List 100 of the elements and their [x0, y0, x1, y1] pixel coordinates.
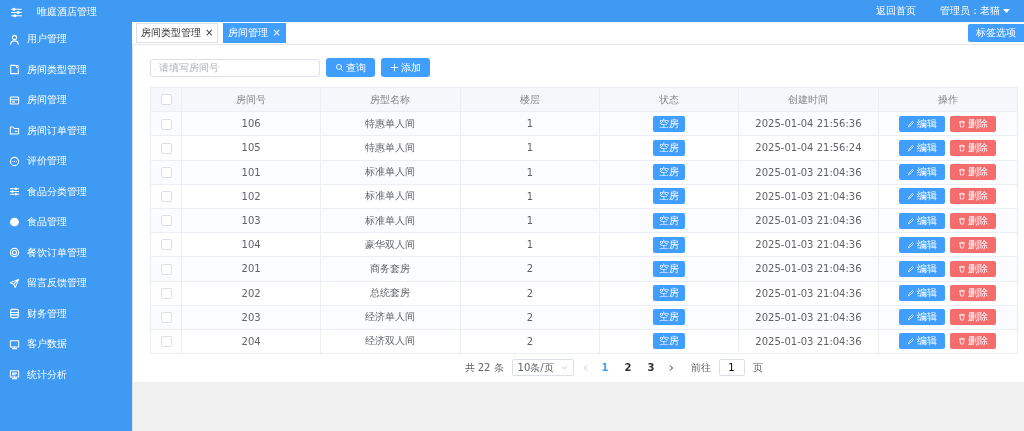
- goto-label: 前往: [690, 360, 711, 375]
- edit-button[interactable]: 编辑: [899, 164, 946, 181]
- sidebar-item[interactable]: 评价管理: [0, 146, 132, 177]
- menu-icon: [10, 5, 23, 19]
- edit-button[interactable]: 编辑: [899, 139, 946, 156]
- plus-icon: [390, 63, 399, 72]
- table-cell: 201: [181, 256, 321, 281]
- send-icon: [9, 277, 20, 289]
- table-cell: 2: [460, 281, 600, 306]
- sidebar-item[interactable]: 食品管理: [0, 207, 132, 238]
- edit-button[interactable]: 编辑: [899, 188, 946, 205]
- sidebar-item[interactable]: 餐饮订单管理: [0, 237, 132, 268]
- edit-button[interactable]: 编辑: [899, 285, 946, 302]
- delete-button[interactable]: 删除: [950, 285, 997, 302]
- sidebar-item[interactable]: 房间订单管理: [0, 115, 132, 146]
- status-button[interactable]: 空房: [653, 285, 686, 302]
- table-cell: 2025-01-03 21:04:36: [738, 329, 879, 354]
- tab[interactable]: 房间类型管理 ×: [136, 23, 219, 43]
- sidebar-item[interactable]: 客户数据: [0, 329, 132, 360]
- edit-button[interactable]: 编辑: [899, 309, 946, 326]
- page-number[interactable]: 1: [597, 362, 613, 374]
- search-button[interactable]: 查询: [326, 58, 375, 77]
- status-button[interactable]: 空房: [653, 212, 686, 229]
- page-size-select[interactable]: 10条/页: [511, 359, 574, 377]
- table-cell: 2: [460, 305, 600, 330]
- status-button[interactable]: 空房: [653, 333, 686, 350]
- status-button[interactable]: 空房: [653, 164, 686, 181]
- status-button[interactable]: 空房: [653, 309, 686, 326]
- status-button[interactable]: 空房: [653, 115, 686, 132]
- home-link[interactable]: 返回首页: [876, 4, 916, 18]
- add-button[interactable]: 添加: [381, 58, 430, 77]
- delete-button[interactable]: 删除: [950, 260, 997, 277]
- sidebar-item[interactable]: 房间管理: [0, 85, 132, 116]
- close-icon[interactable]: ×: [205, 28, 214, 38]
- checkbox[interactable]: [160, 118, 172, 130]
- checkbox[interactable]: [160, 263, 172, 275]
- trash-icon: [958, 313, 967, 322]
- status-button[interactable]: 空房: [653, 188, 686, 205]
- database-icon: [9, 308, 20, 320]
- square-icon: [9, 64, 20, 76]
- sidebar-item[interactable]: 房间类型管理: [0, 54, 132, 85]
- close-icon[interactable]: ×: [272, 28, 281, 38]
- sidebar-item[interactable]: 用户管理: [0, 24, 132, 55]
- edit-button[interactable]: 编辑: [899, 260, 946, 277]
- status-button[interactable]: 空房: [653, 236, 686, 253]
- search-field[interactable]: 请填写房间号: [150, 58, 320, 77]
- table-cell: 特惠单人间: [320, 111, 461, 136]
- app-title: 唯庭酒店管理: [37, 5, 97, 19]
- delete-button[interactable]: 删除: [950, 212, 997, 229]
- page-number[interactable]: 3: [643, 362, 659, 374]
- status-button[interactable]: 空房: [653, 139, 686, 156]
- trash-icon: [958, 289, 967, 298]
- delete-button[interactable]: 删除: [950, 139, 997, 156]
- pencil-icon: [907, 264, 916, 273]
- trash-icon: [958, 216, 967, 225]
- checkbox[interactable]: [160, 191, 172, 203]
- previous-page-icon[interactable]: [581, 363, 590, 372]
- checkbox[interactable]: [160, 239, 172, 251]
- checkbox[interactable]: [160, 166, 172, 178]
- trash-icon: [958, 119, 967, 128]
- checkbox[interactable]: [160, 94, 172, 106]
- pencil-icon: [907, 337, 916, 346]
- user-menu[interactable]: 管理员：老猫: [940, 4, 1010, 18]
- table-cell: 1: [460, 111, 600, 136]
- checkbox[interactable]: [160, 312, 172, 324]
- delete-button[interactable]: 删除: [950, 236, 997, 253]
- chevron-down-icon: [560, 364, 568, 372]
- page-number[interactable]: 2: [620, 362, 636, 374]
- table-cell: 2025-01-04 21:56:24: [738, 135, 879, 161]
- chart-monitor-icon: [9, 369, 20, 381]
- table-cell: 2025-01-04 21:56:36: [738, 111, 879, 136]
- delete-button[interactable]: 删除: [950, 164, 997, 181]
- table-cell: 2: [460, 329, 600, 354]
- edit-button[interactable]: 编辑: [899, 212, 946, 229]
- pencil-icon: [907, 313, 916, 322]
- checkbox[interactable]: [160, 215, 172, 227]
- delete-button[interactable]: 删除: [950, 309, 997, 326]
- tab-options-button[interactable]: 标签选项: [968, 24, 1024, 42]
- delete-button[interactable]: 删除: [950, 333, 997, 350]
- status-button[interactable]: 空房: [653, 260, 686, 277]
- edit-button[interactable]: 编辑: [899, 333, 946, 350]
- trash-icon: [958, 337, 967, 346]
- checkbox[interactable]: [160, 142, 172, 154]
- edit-button[interactable]: 编辑: [899, 236, 946, 253]
- page-input[interactable]: 1: [718, 359, 745, 377]
- delete-button[interactable]: 删除: [950, 115, 997, 132]
- edit-button[interactable]: 编辑: [899, 115, 946, 132]
- caret-icon: [1003, 8, 1010, 14]
- checkbox[interactable]: [160, 336, 172, 348]
- table-cell: 标准单人间: [320, 160, 461, 185]
- delete-button[interactable]: 删除: [950, 188, 997, 205]
- sidebar-item[interactable]: 留言反馈管理: [0, 268, 132, 299]
- sidebar-item[interactable]: 统计分析: [0, 359, 132, 390]
- table-cell: 203: [181, 305, 321, 330]
- sidebar-item[interactable]: 财务管理: [0, 298, 132, 329]
- table-cell: 1: [460, 232, 600, 257]
- tab[interactable]: 房间管理 ×: [223, 23, 286, 43]
- sidebar-item[interactable]: 食品分类管理: [0, 176, 132, 207]
- trash-icon: [958, 240, 967, 249]
- checkbox[interactable]: [160, 287, 172, 299]
